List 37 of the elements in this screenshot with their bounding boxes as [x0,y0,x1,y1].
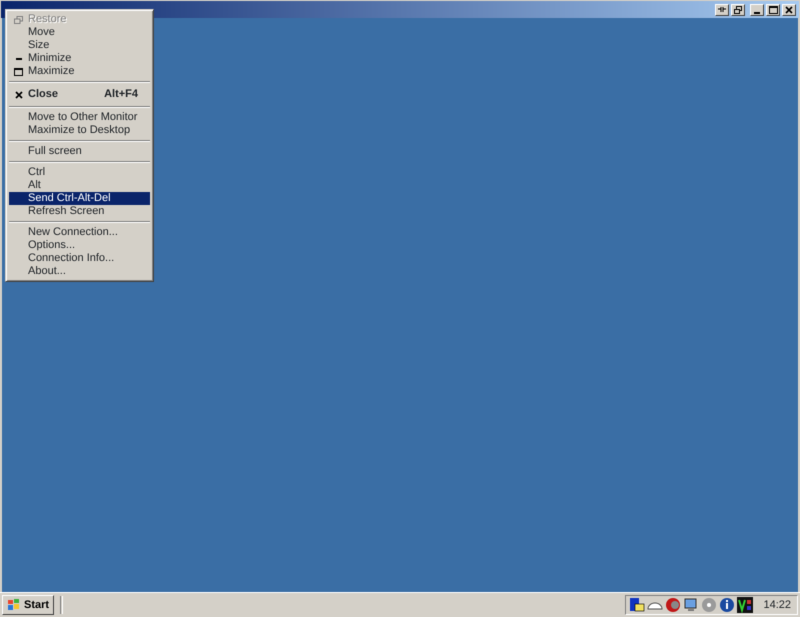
pin-icon [718,6,726,13]
menu-item[interactable]: Size [9,39,150,52]
close-button[interactable] [782,4,796,16]
close-icon [14,90,22,98]
monitor-icon[interactable] [683,597,700,613]
minimize-button[interactable] [750,4,764,16]
menu-item[interactable]: Connection Info... [9,252,150,265]
menu-item[interactable]: Move to Other Monitor [9,111,150,124]
maximize-button[interactable] [766,4,780,16]
network-icon[interactable] [629,597,646,613]
menu-item[interactable]: Refresh Screen [9,205,150,218]
minimize-icon [754,12,760,14]
menu-item[interactable]: Close Alt+F4 [9,86,150,103]
close-icon [785,6,793,14]
restore-icon [14,16,23,24]
menu-item[interactable]: Options... [9,239,150,252]
menu-item[interactable]: Send Ctrl-Alt-Del [9,192,150,205]
menu-item[interactable]: Ctrl [9,166,150,179]
maximize-icon [768,6,778,14]
pin-button[interactable] [715,4,729,16]
vnc-icon[interactable] [737,597,754,613]
info-icon[interactable] [719,597,736,613]
restore-icon [734,6,742,14]
flag-icon [7,599,21,611]
start-button[interactable]: Start [2,595,54,615]
menu-item[interactable]: Maximize to Desktop [9,124,150,137]
maximize-icon [14,68,23,76]
clock: 14:22 [763,598,791,613]
menu-item[interactable]: Maximize [9,65,150,78]
menu-item[interactable]: Full screen [9,145,150,158]
restore-button[interactable] [731,4,745,16]
menu-item[interactable]: New Connection... [9,226,150,239]
menu-item[interactable]: About... [9,265,150,278]
menu-item[interactable]: Move [9,26,150,39]
minimize-icon [16,57,22,60]
menu-item[interactable]: Minimize [9,52,150,65]
menu-item[interactable]: Alt [9,179,150,192]
